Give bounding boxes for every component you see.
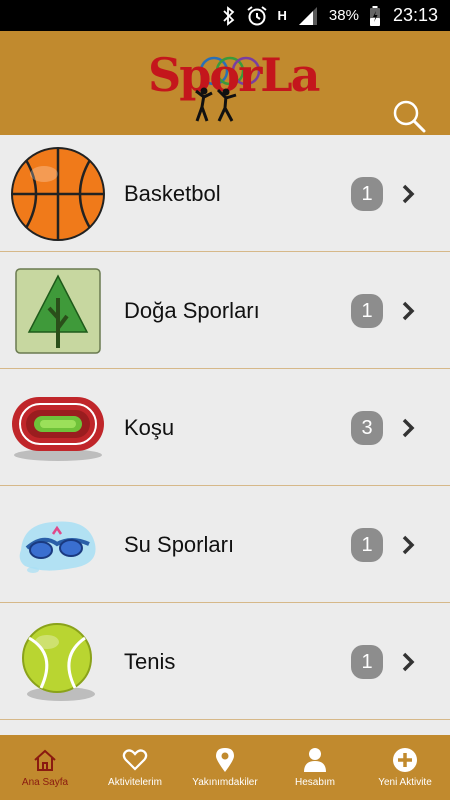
nav-ana-sayfa[interactable]: Ana Sayfa [0, 735, 90, 800]
basketball-icon [10, 147, 106, 241]
nav-yakinimdakiler[interactable]: Yakınımdakiler [180, 735, 270, 800]
nav-label: Yakınımdakiler [192, 777, 258, 788]
count-badge: 1 [351, 294, 383, 328]
category-label: Tenis [124, 648, 176, 674]
battery-icon [369, 0, 381, 31]
logo-players-icon [195, 87, 237, 122]
category-row-doga-sporlari[interactable]: Doğa Sporları 1 [0, 252, 450, 369]
battery-percent: 38% [328, 7, 359, 24]
user-icon [303, 747, 327, 773]
category-row-basketbol[interactable]: Basketbol 1 [0, 135, 450, 252]
nav-yeni-aktivite[interactable]: Yeni Aktivite [360, 735, 450, 800]
category-list: Basketbol 1 Doğa Sporları 1 Koşu 3 Su Sp… [0, 135, 450, 735]
chevron-right-icon [402, 301, 415, 321]
category-label: Basketbol [124, 180, 221, 206]
count-badge: 1 [351, 177, 383, 211]
search-icon [393, 100, 426, 133]
nav-hesabim[interactable]: Hesabım [270, 735, 360, 800]
category-row-su-sporlari[interactable]: Su Sporları 1 [0, 486, 450, 603]
clock-time: 23:13 [392, 5, 438, 25]
chevron-right-icon [402, 652, 415, 672]
alarm-icon [246, 0, 268, 31]
network-type: H [277, 8, 287, 23]
nav-label: Yeni Aktivite [378, 777, 432, 788]
count-badge: 1 [351, 528, 383, 562]
search-button[interactable] [388, 95, 430, 137]
home-icon [32, 747, 58, 773]
nav-label: Ana Sayfa [21, 777, 69, 788]
heart-icon [122, 747, 148, 773]
category-label: Koşu [124, 414, 175, 440]
tree-icon [10, 264, 106, 358]
category-label: Doğa Sporları [124, 297, 260, 323]
status-bar: H 38% 23:13 [0, 0, 450, 31]
chevron-right-icon [402, 418, 415, 438]
bottom-nav: Ana Sayfa Aktivitelerim Yakınımdakiler H… [0, 735, 450, 800]
category-row-tenis[interactable]: Tenis 1 [0, 603, 450, 720]
nav-label: Hesabım [294, 777, 335, 788]
count-badge: 3 [351, 411, 383, 445]
tennis-ball-icon [10, 615, 106, 709]
swim-goggles-icon [10, 498, 106, 592]
app-logo: SporLa [148, 43, 320, 123]
category-label: Su Sporları [124, 531, 235, 557]
running-track-icon [10, 381, 106, 475]
chevron-right-icon [402, 535, 415, 555]
app-header: SporLa [0, 31, 450, 135]
bluetooth-icon [222, 0, 236, 31]
count-badge: 1 [351, 645, 383, 679]
location-pin-icon [215, 747, 235, 773]
plus-circle-icon [392, 747, 418, 773]
chevron-right-icon [402, 184, 415, 204]
nav-label: Aktivitelerim [108, 777, 162, 788]
category-row-kosu[interactable]: Koşu 3 [0, 369, 450, 486]
signal-icon [297, 0, 319, 31]
nav-aktivitelerim[interactable]: Aktivitelerim [90, 735, 180, 800]
